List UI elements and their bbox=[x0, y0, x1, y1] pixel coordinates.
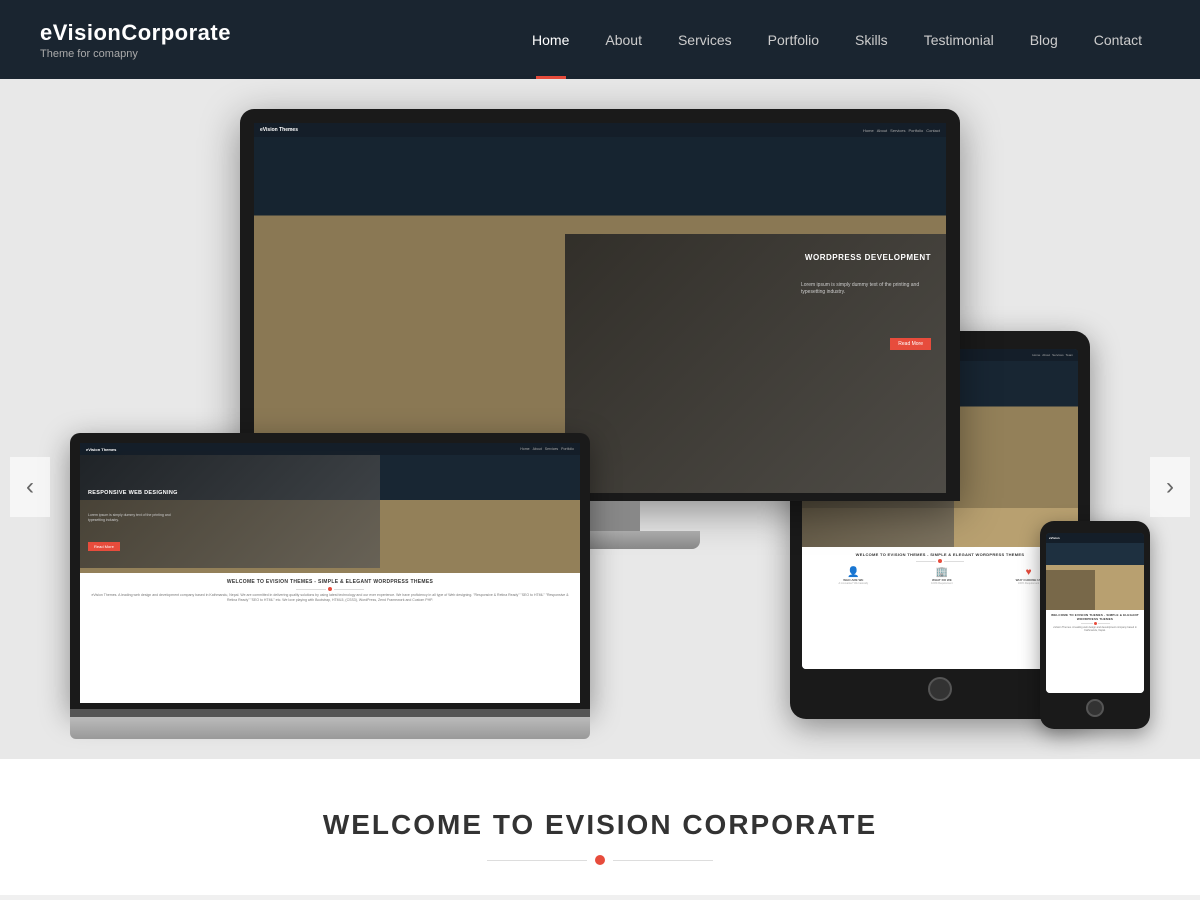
nav-item-blog[interactable]: Blog bbox=[1012, 0, 1076, 79]
laptop-divider bbox=[88, 587, 572, 591]
laptop-hinge bbox=[70, 709, 590, 717]
brand-name: eVisionCorporate bbox=[40, 20, 231, 46]
laptop-screen-nav-links: Home About Services Portfolio bbox=[520, 447, 574, 451]
carousel-prev-button[interactable]: ‹ bbox=[10, 457, 50, 517]
laptop-screen-hero-text: RESPONSIVE WEB DESIGNING bbox=[88, 490, 178, 496]
monitor-nav-link: Home bbox=[863, 128, 874, 133]
hero-section: ‹ › eVision Themes Home About Services bbox=[0, 79, 1200, 895]
nav-item-skills[interactable]: Skills bbox=[837, 0, 906, 79]
tablet-icons-row: 👤 WHO ARE WE A innovative? We basically … bbox=[807, 567, 1073, 585]
phone-home-button[interactable] bbox=[1086, 699, 1104, 717]
nav-item-testimonial[interactable]: Testimonial bbox=[906, 0, 1012, 79]
nav-item-contact[interactable]: Contact bbox=[1076, 0, 1160, 79]
phone-divider-dot bbox=[1094, 622, 1097, 625]
tablet-welcome-section: WELCOME TO EVISION THEMES - SIMPLE & ELE… bbox=[802, 547, 1078, 669]
laptop-lid: eVision Themes Home About Services Portf… bbox=[70, 433, 590, 709]
tablet-person-icon: 👤 bbox=[839, 567, 869, 578]
phone-nav: eVision bbox=[1046, 533, 1144, 543]
monitor-nav-bar: eVision Themes Home About Services Portf… bbox=[254, 123, 946, 137]
monitor-read-more-btn[interactable]: Read More bbox=[890, 338, 931, 350]
phone-divider bbox=[1049, 622, 1141, 625]
laptop-screen-nav: eVision Themes Home About Services Portf… bbox=[80, 443, 580, 455]
nav-item-portfolio[interactable]: Portfolio bbox=[750, 0, 837, 79]
laptop-bottom-section: WELCOME TO EVISION THEMES - SIMPLE & ELE… bbox=[80, 573, 580, 703]
laptop-read-more-btn[interactable]: Read More bbox=[88, 542, 120, 551]
welcome-divider bbox=[20, 855, 1180, 865]
navbar: eVisionCorporate Theme for comapny Home … bbox=[0, 0, 1200, 79]
monitor-nav-link: Portfolio bbox=[909, 128, 924, 133]
welcome-title: WELCOME TO EVISION CORPORATE bbox=[20, 809, 1180, 841]
brand-tagline: Theme for comapny bbox=[40, 48, 231, 60]
nav-item-home[interactable]: Home bbox=[514, 0, 587, 79]
monitor-nav-logo: eVision Themes bbox=[260, 127, 298, 133]
divider-line-right bbox=[613, 860, 713, 861]
phone-welcome-section: WELCOME TO EVISION THEMES - SIMPLE & ELE… bbox=[1046, 610, 1144, 693]
laptop-divider-line-left bbox=[296, 589, 326, 590]
divider-line-left bbox=[487, 860, 587, 861]
phone-outer: eVision WELCOME TO EVISION THEMES - SIMP… bbox=[1040, 521, 1150, 729]
laptop: eVision Themes Home About Services Portf… bbox=[70, 433, 590, 739]
tablet-home-button[interactable] bbox=[928, 677, 952, 701]
divider-dot bbox=[595, 855, 605, 865]
phone: eVision WELCOME TO EVISION THEMES - SIMP… bbox=[1040, 521, 1150, 729]
laptop-body-text: eVision Themes. A leading web design and… bbox=[88, 593, 572, 603]
laptop-divider-line-right bbox=[334, 589, 364, 590]
laptop-welcome-heading: WELCOME TO EVISION THEMES - SIMPLE & ELE… bbox=[88, 579, 572, 585]
monitor-nav-link: Services bbox=[890, 128, 905, 133]
nav-item-services[interactable]: Services bbox=[660, 0, 750, 79]
tablet-heart-icon: ♥ bbox=[1016, 567, 1042, 578]
phone-welcome-text: WELCOME TO EVISION THEMES - SIMPLE & ELE… bbox=[1049, 613, 1141, 621]
brand: eVisionCorporate Theme for comapny bbox=[40, 20, 231, 60]
laptop-screen-logo: eVision Themes bbox=[86, 447, 116, 452]
phone-body-text: eVision Themes. A leading web design and… bbox=[1049, 626, 1141, 633]
laptop-body bbox=[70, 717, 590, 739]
welcome-section: WELCOME TO EVISION CORPORATE bbox=[0, 759, 1200, 895]
phone-screen: eVision WELCOME TO EVISION THEMES - SIMP… bbox=[1046, 533, 1144, 693]
tablet-building-icon: 🏢 bbox=[931, 567, 952, 578]
laptop-screen-desc: Lorem ipsum is simply dummy text of the … bbox=[88, 513, 188, 523]
monitor-nav-link: Contact bbox=[926, 128, 940, 133]
laptop-screen-content: eVision Themes Home About Services Portf… bbox=[80, 443, 580, 703]
monitor-hero-text: WORDPRESS DEVELOPMENT bbox=[805, 253, 931, 262]
devices-container: eVision Themes Home About Services Portf… bbox=[50, 109, 1150, 759]
tablet-divider bbox=[807, 559, 1073, 563]
laptop-screen: eVision Themes Home About Services Portf… bbox=[80, 443, 580, 703]
monitor-nav-link: About bbox=[877, 128, 887, 133]
nav-item-about[interactable]: About bbox=[587, 0, 660, 79]
monitor-nav-links: Home About Services Portfolio Contact bbox=[863, 128, 940, 133]
carousel-next-button[interactable]: › bbox=[1150, 457, 1190, 517]
tablet-divider-dot bbox=[938, 559, 942, 563]
laptop-divider-dot bbox=[328, 587, 332, 591]
nav-menu: Home About Services Portfolio Skills Tes… bbox=[514, 0, 1160, 79]
tablet-welcome-text: WELCOME TO EVISION THEMES - SIMPLE & ELE… bbox=[807, 552, 1073, 557]
phone-screen-content: eVision WELCOME TO EVISION THEMES - SIMP… bbox=[1046, 533, 1144, 693]
